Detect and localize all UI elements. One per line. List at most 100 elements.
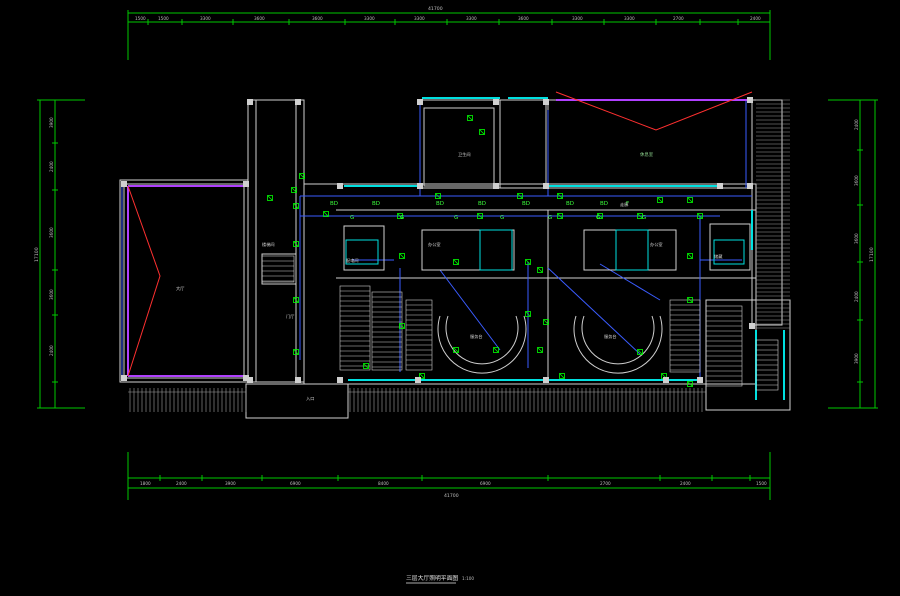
railing-hatch <box>128 388 706 412</box>
label-wc: 卫生间 <box>458 151 471 158</box>
circuit-label-bd: BD <box>522 201 530 207</box>
bottom-total-dimension: 41700 <box>444 493 459 499</box>
switch-symbol-mark <box>537 267 543 273</box>
column-marker <box>543 377 549 383</box>
circuit-label-bd: BD <box>436 201 444 207</box>
column-marker <box>243 181 249 187</box>
svg-text:2400: 2400 <box>176 481 187 486</box>
svg-text:1500: 1500 <box>756 481 767 486</box>
label-stair: 楼梯间 <box>262 241 275 248</box>
top-total-dimension: 41700 <box>428 6 443 12</box>
floor-plan-drawing: 41700 1500 1500 3300 3600 3600 3300 3300… <box>34 6 878 584</box>
column-marker <box>663 377 669 383</box>
svg-text:6900: 6900 <box>480 481 491 486</box>
drawing-scale: 1:100 <box>462 576 474 581</box>
circuit-label-g: G <box>350 215 354 221</box>
switch-symbol-mark <box>687 253 693 259</box>
label-office-left: 办公室 <box>428 241 441 248</box>
switch-symbol-mark <box>323 211 329 217</box>
column-marker <box>747 97 753 103</box>
right-hatch <box>756 99 790 329</box>
circuit-label-bd: BD <box>372 201 380 207</box>
column-marker <box>749 323 755 329</box>
svg-text:3600: 3600 <box>254 16 265 21</box>
top-segment-labels: 1500 1500 3300 3600 3600 3300 3300 3300 … <box>135 16 761 21</box>
svg-text:2400: 2400 <box>854 119 859 130</box>
svg-text:3300: 3300 <box>200 16 211 21</box>
cable-runs <box>121 99 752 380</box>
circuit-label-g: G <box>642 215 646 221</box>
column-marker <box>295 99 301 105</box>
label-counter-right: 服务台 <box>604 333 617 340</box>
svg-text:1800: 1800 <box>140 481 151 486</box>
circuit-label-g: G <box>454 215 458 221</box>
svg-text:2700: 2700 <box>600 481 611 486</box>
switch-symbol-mark <box>267 195 273 201</box>
svg-text:1500: 1500 <box>135 16 146 21</box>
svg-text:2400: 2400 <box>750 16 761 21</box>
column-marker <box>493 183 499 189</box>
right-total-dimension: 17100 <box>869 247 875 262</box>
svg-text:8400: 8400 <box>378 481 389 486</box>
switch-symbol-mark <box>467 115 473 121</box>
bottom-dimension-chain <box>127 452 771 500</box>
column-markers <box>121 97 755 383</box>
left-dimension-chain <box>37 99 85 409</box>
circuit-label-bd: BD <box>478 201 486 207</box>
svg-text:3600: 3600 <box>854 175 859 186</box>
power-lines <box>127 99 750 377</box>
svg-text:2700: 2700 <box>673 16 684 21</box>
switch-symbol-mark <box>493 347 499 353</box>
label-electrical: 配电间 <box>346 257 359 264</box>
switch-symbol-mark <box>291 187 297 193</box>
drawing-title: 三层大厅照明平面图 <box>406 574 458 582</box>
column-marker <box>697 377 703 383</box>
column-marker <box>543 99 549 105</box>
label-storage: 储藏 <box>714 253 723 260</box>
stair-flight <box>339 285 371 371</box>
bottom-segment-labels: 1800 2400 3900 6900 8400 6900 2700 2400 … <box>140 481 767 486</box>
right-segment-labels: 2400 3600 3600 2400 3900 <box>854 119 859 364</box>
circuit-label-bd: BD <box>330 201 338 207</box>
svg-text:3300: 3300 <box>572 16 583 21</box>
svg-text:3600: 3600 <box>49 289 54 300</box>
svg-text:3900: 3900 <box>854 353 859 364</box>
service-counters <box>437 315 663 374</box>
svg-text:3300: 3300 <box>466 16 477 21</box>
label-entrance: 入口 <box>306 396 314 401</box>
switch-symbol-mark <box>453 259 459 265</box>
column-marker <box>121 375 127 381</box>
circuit-label-g: G <box>548 215 552 221</box>
label-left-hall: 大厅 <box>176 285 184 292</box>
left-total-dimension: 17100 <box>34 247 40 262</box>
switch-symbol-mark <box>399 253 405 259</box>
column-marker <box>247 99 253 105</box>
column-marker <box>247 377 253 383</box>
svg-text:3600: 3600 <box>49 227 54 238</box>
switch-symbol-mark <box>559 373 565 379</box>
svg-text:3900: 3900 <box>49 117 54 128</box>
label-counter-left: 服务台 <box>470 333 483 340</box>
column-marker <box>747 183 753 189</box>
svg-text:1500: 1500 <box>158 16 169 21</box>
column-marker <box>121 181 127 187</box>
svg-text:2400: 2400 <box>49 345 54 356</box>
column-marker <box>493 99 499 105</box>
svg-text:3300: 3300 <box>414 16 425 21</box>
column-marker <box>337 183 343 189</box>
svg-text:3300: 3300 <box>624 16 635 21</box>
circuit-label-g: G <box>500 215 504 221</box>
svg-text:3600: 3600 <box>518 16 529 21</box>
column-marker <box>543 183 549 189</box>
title-block: 三层大厅照明平面图 1:100 <box>406 574 474 584</box>
label-lobby: 门厅 <box>286 313 294 320</box>
svg-text:3600: 3600 <box>312 16 323 21</box>
column-marker <box>717 183 723 189</box>
column-marker <box>417 99 423 105</box>
circuit-labels: BD BD BD BD BD BD BDG G G G G G GF <box>330 201 646 221</box>
svg-text:6900: 6900 <box>290 481 301 486</box>
label-office-right: 办公室 <box>650 241 663 248</box>
stair-flight <box>371 291 403 371</box>
label-rest-room: 休息室 <box>640 151 654 158</box>
svg-text:3900: 3900 <box>225 481 236 486</box>
